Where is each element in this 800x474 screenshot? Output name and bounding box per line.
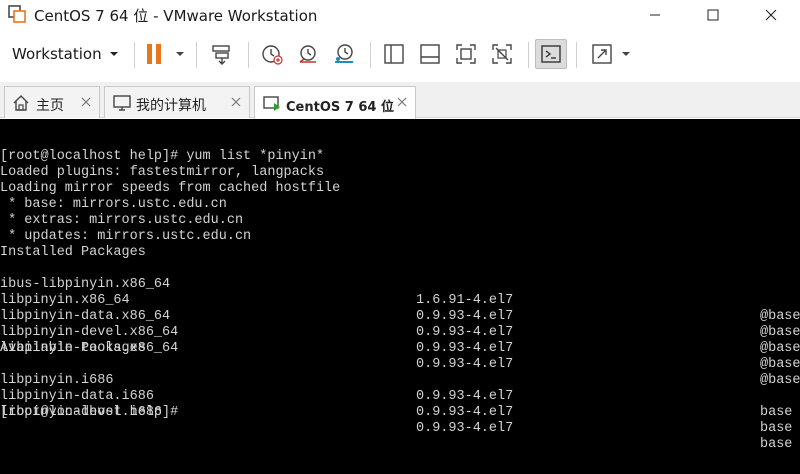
unity-icon: [492, 44, 512, 64]
package-row: ibus-libpinyin.x86_64 1.6.91-4.el7 @base: [0, 261, 800, 324]
toolbar-divider: [576, 42, 577, 68]
maximize-button[interactable]: [690, 0, 736, 30]
take-snapshot-button[interactable]: [256, 39, 288, 69]
fit-guest-button[interactable]: [450, 39, 482, 69]
thumbnail-view-button[interactable]: [414, 39, 446, 69]
package-row: libpinyin-data.x86_64 0.9.93-4.el7 @base: [0, 293, 800, 356]
package-row: libpinyin-data.i686 0.9.93-4.el7 base: [0, 373, 800, 436]
close-icon[interactable]: [81, 97, 91, 107]
tab-label: CentOS 7 64 位: [286, 100, 394, 115]
window-title: CentOS 7 64 位 - VMware Workstation: [34, 7, 318, 25]
revert-snapshot-icon: [299, 45, 316, 63]
package-repo: @base: [760, 341, 800, 356]
close-icon: [765, 9, 777, 21]
console-line: * updates: mirrors.ustc.edu.cn: [0, 229, 252, 244]
package-row: libpinyin.x86_64 0.9.93-4.el7 @base: [0, 277, 800, 340]
dropdown-arrow-icon: [109, 52, 118, 56]
dropdown-arrow-icon: [176, 52, 184, 56]
close-icon[interactable]: [397, 97, 407, 107]
home-icon: [13, 95, 29, 111]
package-repo: base: [760, 405, 793, 420]
vmware-logo-icon: [8, 5, 26, 23]
console-line: * base: mirrors.ustc.edu.cn: [0, 197, 227, 212]
fullscreen-icon: [592, 44, 612, 64]
package-row: libpinyin.i686 0.9.93-4.el7 base: [0, 357, 800, 420]
package-version: 0.9.93-4.el7: [416, 341, 514, 356]
package-version: 0.9.93-4.el7: [416, 421, 514, 436]
console-line: Installed Packages: [0, 245, 146, 260]
fit-guest-icon: [456, 44, 476, 64]
console-line: Loading mirror speeds from cached hostfi…: [0, 181, 341, 196]
snapshot-manager-icon: [335, 44, 353, 63]
workstation-menu[interactable]: Workstation: [4, 39, 127, 69]
tab-label: 我的计算机: [136, 98, 206, 114]
send-ctrl-alt-del-button[interactable]: [206, 39, 238, 69]
vm-console-screen[interactable]: [root@localhost help]# yum list *pinyin*…: [0, 119, 800, 474]
minimize-icon: [650, 14, 660, 16]
toolbar-divider: [196, 42, 197, 68]
pause-icon: [147, 44, 161, 64]
console-line: * extras: mirrors.ustc.edu.cn: [0, 213, 244, 228]
tab-centos-vm[interactable]: CentOS 7 64 位: [254, 86, 416, 119]
toolbar-divider: [370, 42, 371, 68]
toolbar-divider: [528, 42, 529, 68]
close-button[interactable]: [748, 0, 794, 30]
tab-label: 主页: [36, 98, 64, 114]
tab-my-computer[interactable]: 我的计算机: [104, 86, 250, 118]
close-icon[interactable]: [231, 97, 241, 107]
library-view-button[interactable]: [378, 39, 410, 69]
dropdown-arrow-icon: [622, 52, 630, 56]
console-line: [root@localhost help]# yum list *pinyin*: [0, 149, 325, 164]
thumbnail-view-icon: [420, 44, 440, 64]
package-repo: base: [760, 437, 793, 452]
console-prompt: [root@localhost help]#: [0, 405, 179, 420]
vm-running-icon: [263, 96, 280, 111]
console-line: Loaded plugins: fastestmirror, langpacks: [0, 165, 325, 180]
title-bar: CentOS 7 64 位 - VMware Workstation: [0, 0, 800, 30]
package-row: libpinyin-tools.x86_64 0.9.93-4.el7 @bas…: [0, 325, 800, 388]
toolbar: Workstation: [0, 30, 800, 82]
unity-button[interactable]: [486, 39, 518, 69]
tab-home[interactable]: 主页: [4, 86, 100, 118]
package-repo: base: [760, 421, 793, 436]
snapshot-icon: [262, 45, 283, 65]
toolbar-divider: [248, 42, 249, 68]
vm-tab-bar: 主页 我的计算机 CentOS 7 64 位: [0, 82, 800, 119]
console-line: Available Packages: [0, 341, 146, 356]
package-version: 0.9.93-4.el7: [416, 405, 514, 420]
power-pause-button[interactable]: [140, 39, 190, 69]
fullscreen-button[interactable]: [586, 39, 636, 69]
package-row: libpinyin-devel.x86_64 0.9.93-4.el7 @bas…: [0, 309, 800, 372]
toolbar-divider: [134, 42, 135, 68]
computer-icon: [113, 95, 131, 111]
console-view-icon: [541, 45, 561, 63]
minimize-button[interactable]: [632, 0, 678, 30]
maximize-icon: [707, 9, 719, 21]
snapshot-manager-button[interactable]: [328, 39, 360, 69]
workstation-menu-label: Workstation: [12, 45, 102, 63]
send-ctrl-alt-del-icon: [212, 45, 230, 65]
console-view-button[interactable]: [535, 39, 567, 69]
package-row: libpinyin-devel.i686 0.9.93-4.el7 base: [0, 389, 800, 452]
revert-snapshot-button[interactable]: [292, 39, 324, 69]
library-view-icon: [384, 44, 404, 64]
